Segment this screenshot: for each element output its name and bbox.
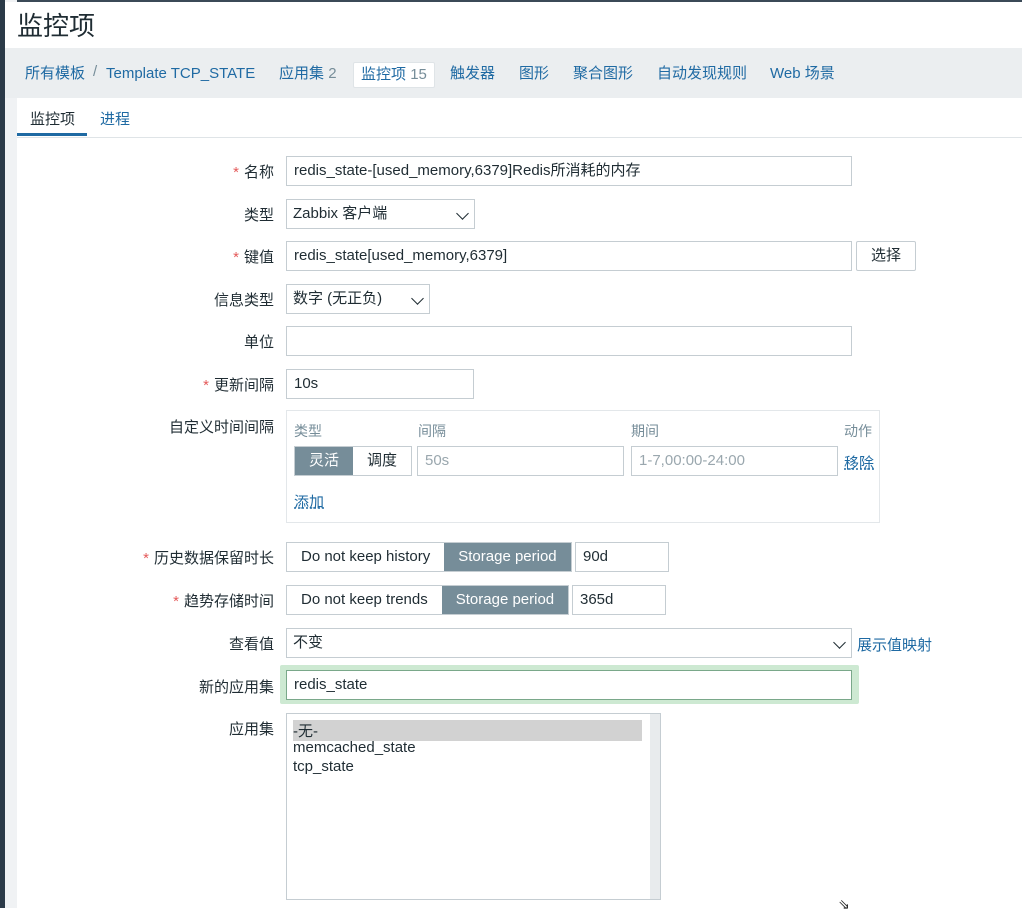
name-input[interactable]: redis_state-[used_memory,6379]Redis所消耗的内… bbox=[286, 156, 852, 186]
nav-applications-label: 应用集 bbox=[279, 65, 325, 82]
nav-discovery[interactable]: 自动发现规则 bbox=[657, 61, 747, 87]
chevron-down-icon bbox=[456, 207, 469, 220]
interval-type-toggle: 灵活 调度 bbox=[294, 446, 413, 476]
tab-items[interactable]: 监控项 bbox=[30, 108, 75, 129]
info-type-select-value: 数字 (无正负) bbox=[293, 290, 383, 307]
col-period-header: 期间 bbox=[631, 423, 659, 439]
show-value-label: 查看值 bbox=[228, 636, 274, 653]
applications-label: 应用集 bbox=[228, 721, 274, 738]
nav-triggers[interactable]: 触发器 bbox=[450, 61, 495, 87]
nav-items-count: 15 bbox=[410, 66, 427, 83]
active-tab-indicator bbox=[17, 133, 87, 136]
history-storage-option[interactable]: Storage period bbox=[444, 543, 571, 571]
type-select[interactable]: Zabbix 客户端 bbox=[286, 199, 475, 229]
application-option[interactable]: -无- bbox=[293, 720, 642, 741]
sidebar-gutter bbox=[5, 0, 17, 908]
history-period-input[interactable]: 90d bbox=[575, 542, 669, 572]
update-interval-label: * 更新间隔 bbox=[203, 377, 274, 394]
name-label: * 名称 bbox=[233, 164, 274, 181]
col-type-header: 类型 bbox=[294, 423, 322, 439]
nav-applications-count: 2 bbox=[328, 65, 337, 82]
info-type-label: 信息类型 bbox=[213, 292, 274, 309]
nav-screens[interactable]: 聚合图形 bbox=[573, 61, 633, 87]
chevron-down-icon bbox=[833, 636, 846, 649]
key-select-button[interactable]: 选择 bbox=[856, 241, 916, 271]
listbox-scrollbar[interactable] bbox=[650, 714, 660, 899]
custom-intervals-label: 自定义时间间隔 bbox=[168, 419, 274, 436]
new-application-label: 新的应用集 bbox=[198, 679, 274, 696]
page-header: 监控项 bbox=[5, 2, 1022, 48]
breadcrumb-template[interactable]: Template TCP_STATE bbox=[106, 61, 255, 87]
history-mode-toggle: Do not keep history Storage period bbox=[286, 542, 572, 572]
chevron-down-icon bbox=[411, 292, 424, 305]
trends-label: * 趋势存储时间 bbox=[173, 593, 274, 610]
nav-applications[interactable]: 应用集 2 bbox=[279, 61, 337, 87]
remove-interval-link[interactable]: 移除 bbox=[844, 452, 874, 473]
nav-items[interactable]: 监控项 15 bbox=[353, 62, 435, 88]
new-application-input[interactable]: redis_state bbox=[286, 670, 852, 700]
breadcrumb-all-templates[interactable]: 所有模板 bbox=[25, 61, 85, 87]
page-title: 监控项 bbox=[17, 11, 96, 41]
value-mapping-link[interactable]: 展示值映射 bbox=[857, 634, 932, 655]
scheduling-option[interactable]: 调度 bbox=[353, 447, 411, 475]
flexible-option[interactable]: 灵活 bbox=[295, 447, 354, 475]
type-label: 类型 bbox=[243, 207, 274, 224]
add-interval-link[interactable]: 添加 bbox=[294, 491, 324, 512]
application-option[interactable]: tcp_state bbox=[293, 758, 354, 775]
tab-process[interactable]: 进程 bbox=[100, 108, 130, 129]
key-input[interactable]: redis_state[used_memory,6379] bbox=[286, 241, 852, 271]
info-type-select[interactable]: 数字 (无正负) bbox=[286, 284, 430, 314]
trends-storage-option[interactable]: Storage period bbox=[441, 586, 569, 614]
breadcrumb-nav: 所有模板 / Template TCP_STATE 应用集 2 监控项 15 触… bbox=[5, 48, 1022, 98]
update-interval-input[interactable]: 10s bbox=[286, 369, 474, 399]
type-select-value: Zabbix 客户端 bbox=[293, 205, 388, 222]
show-value-select-value: 不变 bbox=[293, 634, 324, 651]
interval-input[interactable]: 50s bbox=[417, 446, 624, 476]
history-label: * 历史数据保留时长 bbox=[143, 550, 274, 567]
history-no-keep-option[interactable]: Do not keep history bbox=[287, 543, 444, 571]
col-action-header: 动作 bbox=[844, 423, 872, 439]
breadcrumb-separator: / bbox=[93, 63, 98, 80]
application-option[interactable]: memcached_state bbox=[293, 739, 416, 756]
nav-web[interactable]: Web 场景 bbox=[770, 61, 835, 87]
key-label: * 键值 bbox=[233, 249, 274, 266]
mouse-cursor-icon: ⇘ bbox=[838, 896, 850, 912]
period-input[interactable]: 1-7,00:00-24:00 bbox=[631, 446, 838, 476]
units-label: 单位 bbox=[243, 334, 274, 351]
show-value-select[interactable]: 不变 bbox=[286, 628, 852, 658]
units-input[interactable] bbox=[286, 326, 852, 356]
nav-items-label: 监控项 bbox=[361, 66, 407, 83]
trends-mode-toggle: Do not keep trends Storage period bbox=[286, 585, 570, 615]
applications-listbox[interactable]: -无- memcached_state tcp_state bbox=[286, 713, 661, 900]
form-tabs: 监控项 进程 bbox=[17, 98, 1022, 138]
trends-no-keep-option[interactable]: Do not keep trends bbox=[287, 586, 442, 614]
custom-intervals-box: 类型 间隔 期间 动作 灵活 调度 50s 1-7,00:00-24:00 移除… bbox=[286, 410, 880, 523]
col-interval-header: 间隔 bbox=[418, 423, 446, 439]
nav-graphs[interactable]: 图形 bbox=[519, 61, 549, 87]
trends-period-input[interactable]: 365d bbox=[572, 585, 666, 615]
